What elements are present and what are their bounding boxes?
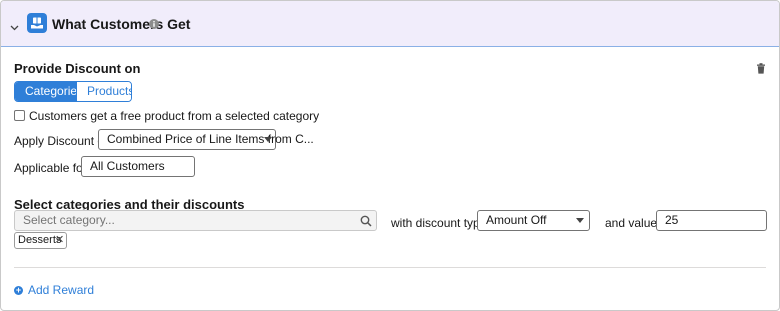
card-header: What Customers Get (1, 1, 779, 47)
discount-type-value: Amount Off (486, 213, 547, 227)
applicable-for-value: All Customers (90, 159, 165, 173)
selected-category-pill: Desserts ✕ (14, 232, 67, 249)
category-search-placeholder: Select category... (23, 213, 115, 227)
add-reward-label: Add Reward (28, 283, 95, 297)
apply-discount-select[interactable]: Combined Price of Line Items from C... (98, 129, 314, 150)
discount-type-label: with discount type (391, 216, 487, 230)
tab-categories[interactable]: Categories (15, 82, 83, 101)
card-title: What Customers Get (52, 16, 191, 32)
discount-type-select[interactable]: Amount Off (477, 210, 590, 231)
section-title-discount: Provide Discount on (14, 61, 141, 76)
info-icon[interactable] (149, 17, 159, 32)
tab-products[interactable]: Products (76, 82, 131, 101)
chevron-down-icon (576, 218, 584, 223)
category-search-input[interactable]: Select category... (14, 210, 377, 231)
reward-card: What Customers Get Provide Discount on C… (0, 0, 780, 311)
value-label: and value (605, 216, 658, 230)
discount-value-text: 25 (665, 213, 679, 227)
search-icon[interactable] (360, 214, 372, 233)
trash-icon[interactable] (756, 62, 766, 77)
free-product-checkbox[interactable] (14, 110, 25, 121)
apply-discount-label: Apply Discount on (14, 134, 111, 148)
discount-value-input[interactable]: 25 (656, 210, 767, 231)
add-circle-icon: + (14, 284, 23, 295)
free-product-label: Customers get a free product from a sele… (29, 109, 320, 123)
chevron-down-icon[interactable] (10, 19, 19, 34)
applicable-for-label: Applicable for (14, 161, 87, 175)
discount-on-toggle: Categories Products (14, 81, 132, 102)
add-reward-button[interactable]: + Add Reward (14, 283, 94, 297)
apply-discount-value: Combined Price of Line Items from C... (107, 132, 314, 146)
divider (14, 267, 766, 268)
applicable-for-select[interactable]: All Customers (81, 156, 195, 177)
gift-box-icon (27, 13, 47, 33)
chevron-down-icon (264, 137, 272, 142)
close-icon[interactable]: ✕ (55, 233, 64, 248)
